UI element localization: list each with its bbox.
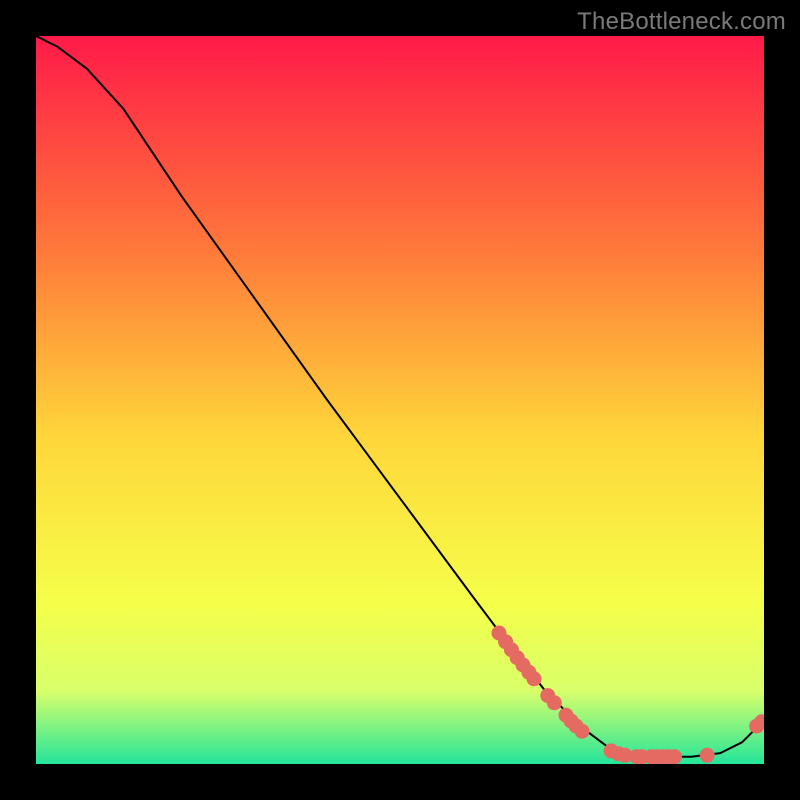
data-dot — [667, 749, 682, 764]
data-dot — [527, 671, 542, 686]
chart-frame: TheBottleneck.com — [0, 0, 800, 800]
plot-area — [36, 36, 764, 764]
data-dot — [547, 695, 562, 710]
plot-svg — [36, 36, 764, 764]
data-dot — [575, 724, 590, 739]
gradient-background — [36, 36, 764, 764]
watermark-text: TheBottleneck.com — [577, 8, 786, 36]
data-dot — [700, 748, 715, 763]
